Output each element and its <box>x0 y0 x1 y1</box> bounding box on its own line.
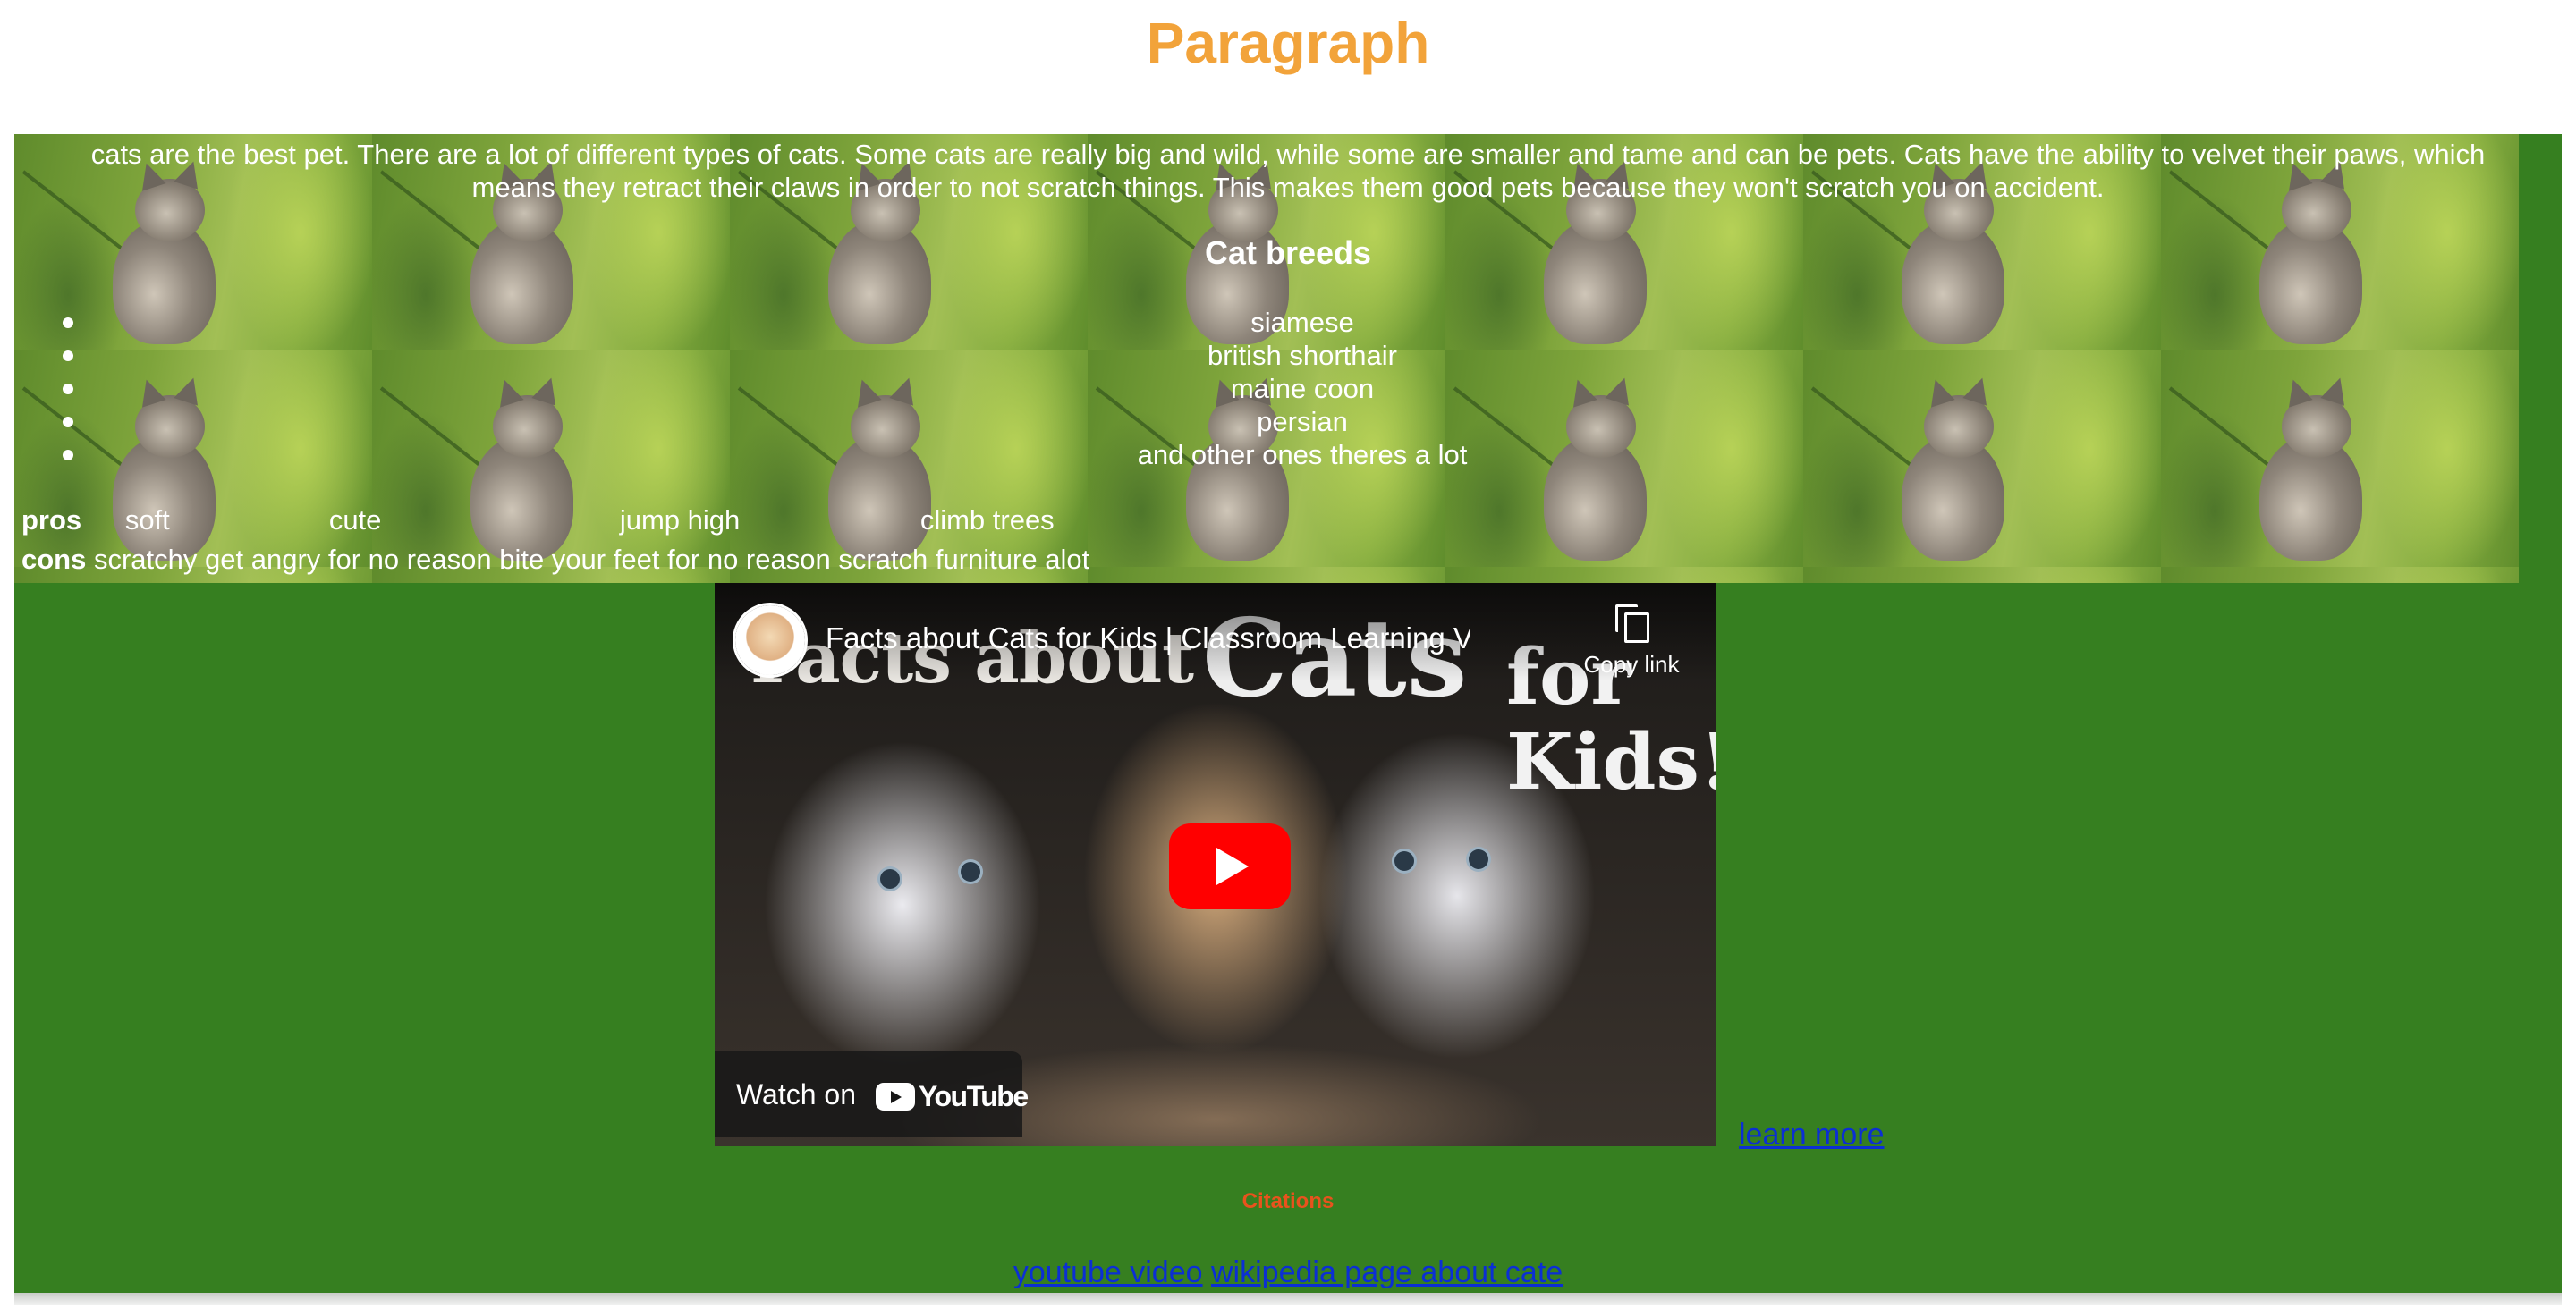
breeds-heading: Cat breeds <box>1204 234 1372 271</box>
breed-label: and other ones theres a lot <box>1137 439 1468 470</box>
list-item: maine coon <box>14 372 2576 405</box>
youtube-wordmark: YouTube <box>919 1080 1029 1113</box>
citation-link-youtube[interactable]: youtube video <box>1013 1255 1203 1289</box>
watch-on-youtube-button[interactable]: Watch on YouTube <box>715 1051 1029 1137</box>
page-title: Paragraph <box>1146 11 1430 75</box>
copy-icon <box>1612 604 1651 644</box>
breed-label: siamese <box>1250 307 1354 338</box>
cons-row: cons scratchy get angry for no reason bi… <box>21 542 1089 578</box>
bullet-icon <box>63 384 73 394</box>
pros-item: jump high <box>619 504 741 536</box>
channel-avatar-icon[interactable] <box>735 605 805 675</box>
cons-item: get angry for no reason <box>205 544 492 575</box>
cons-label: cons <box>21 544 87 575</box>
youtube-video-embed[interactable]: Facts about Cats for Kids! Facts about C… <box>715 583 1716 1146</box>
cons-item: bite your feet for no reason <box>499 544 831 575</box>
kitten-eye-icon <box>1394 851 1414 871</box>
citations-heading: Citations <box>1241 1189 1335 1213</box>
list-item: british shorthair <box>14 339 2576 372</box>
breed-label: persian <box>1257 406 1348 437</box>
citation-link-wikipedia[interactable]: wikipedia page about cate <box>1211 1255 1563 1289</box>
watch-on-label: Watch on <box>736 1078 856 1111</box>
pros-row: pros soft cute jump high climb trees <box>21 502 1055 538</box>
kitten-eye-icon <box>880 869 900 889</box>
page-bottom-edge <box>14 1293 2562 1305</box>
youtube-play-icon <box>876 1083 915 1111</box>
content-frame: cats are the best pet. There are a lot o… <box>14 134 2562 1293</box>
copy-link-button[interactable]: Copy link <box>1573 604 1690 679</box>
cons-item: scratchy <box>93 544 198 575</box>
copy-link-label: Copy link <box>1583 651 1680 678</box>
bullet-icon <box>63 450 73 460</box>
list-item: siamese <box>14 306 2576 339</box>
citation-links: youtube video wikipedia page about cate <box>14 1255 2562 1290</box>
intro-paragraph: cats are the best pet. There are a lot o… <box>90 139 2486 203</box>
cat-info-section: cats are the best pet. There are a lot o… <box>14 134 2562 583</box>
pros-item: cute <box>328 504 382 536</box>
cons-item: scratch furniture alot <box>838 544 1090 575</box>
breed-label: maine coon <box>1230 373 1375 404</box>
thumbnail-text: Kids! <box>1506 717 1716 807</box>
play-button[interactable] <box>1169 823 1291 909</box>
pros-label: pros <box>21 504 82 536</box>
video-title[interactable]: Facts about Cats for Kids | Classroom Le… <box>826 621 1470 656</box>
list-item: persian <box>14 405 2576 438</box>
kitten-eye-icon <box>961 862 980 882</box>
list-item: and other ones theres a lot <box>14 438 2576 471</box>
learn-more-link[interactable]: learn more <box>1739 1118 1885 1153</box>
pros-item: climb trees <box>919 504 1055 536</box>
youtube-logo-icon: YouTube <box>876 1078 1029 1114</box>
bullet-icon <box>63 350 73 361</box>
breed-label: british shorthair <box>1208 340 1397 371</box>
breeds-list: siamese british shorthair maine coon per… <box>14 306 2562 471</box>
pros-item: soft <box>124 504 170 536</box>
kitten-eye-icon <box>1469 849 1488 869</box>
bullet-icon <box>63 317 73 328</box>
bullet-icon <box>63 417 73 427</box>
